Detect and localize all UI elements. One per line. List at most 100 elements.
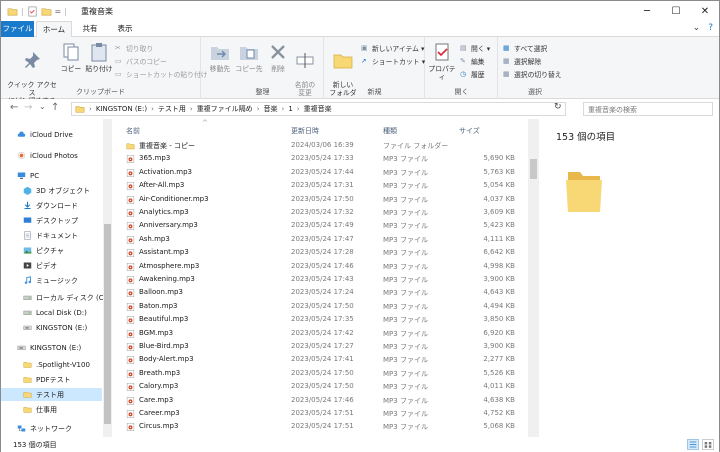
collapse-ribbon-icon[interactable]: ⌄ [693, 23, 701, 33]
nav-scrollbar[interactable] [103, 119, 112, 437]
properties-button[interactable]: プロパティ [426, 41, 458, 81]
nav-item-17[interactable]: 仕事用 [1, 403, 102, 416]
nav-item-8[interactable]: ビデオ [1, 259, 102, 272]
close-button[interactable]: ✕ [691, 1, 719, 21]
up-button[interactable]: ↑ [51, 102, 59, 113]
breadcrumb-0[interactable]: KINGSTON (E:) [96, 105, 147, 113]
file-row[interactable]: Anniversary.mp3 2023/05/24 17:49 MP3 ファイル 5… [113, 219, 527, 232]
file-row[interactable]: Breath.mp3 2023/05/24 17:50 MP3 ファイル 5,526 … [113, 367, 527, 380]
file-row[interactable]: Calory.mp3 2023/05/24 17:50 MP3 ファイル 4,011 … [113, 380, 527, 393]
breadcrumb-2[interactable]: 重複ファイル隔め [197, 104, 253, 114]
help-icon[interactable]: ? [708, 23, 713, 33]
nav-item-7[interactable]: ピクチャ [1, 244, 102, 257]
file-row[interactable]: Circus.mp3 2023/05/24 17:51 MP3 ファイル 5,068 … [113, 420, 527, 433]
file-row[interactable]: Activation.mp3 2023/05/24 17:44 MP3 ファイル 5,… [113, 166, 527, 179]
tab-share[interactable]: 共有 [73, 21, 107, 37]
new-item-button[interactable]: ▣ 新しいアイテム ▾ [361, 43, 424, 54]
file-name: Air-Conditioner.mp3 [139, 194, 209, 203]
file-row[interactable]: Care.mp3 2023/05/24 17:46 MP3 ファイル 4,638 KB [113, 394, 527, 407]
tab-home[interactable]: ホーム [36, 21, 72, 38]
forward-button[interactable]: → [24, 102, 32, 113]
title-bar: | = | 重複音楽 ─ ☐ ✕ [1, 1, 719, 21]
minimize-button[interactable]: ─ [633, 1, 661, 21]
delete-button[interactable]: 削除 [266, 41, 290, 73]
tab-file[interactable]: ファイル [1, 21, 34, 37]
address-bar[interactable]: › KINGSTON (E:) › テスト用 › 重複ファイル隔め › 音楽 ›… [71, 102, 566, 116]
nav-item-2[interactable]: PC [1, 169, 102, 182]
edit-button[interactable]: ✎ 編集 [460, 56, 485, 67]
file-row[interactable]: Atmosphere.mp3 2023/05/24 17:46 MP3 ファイル 4,… [113, 260, 527, 273]
file-size: 6,920 KB [483, 328, 515, 337]
nav-item-6[interactable]: ドキュメント [1, 229, 102, 242]
refresh-button[interactable]: ↻ [554, 102, 562, 112]
nav-item-12[interactable]: KINGSTON (E:) [1, 321, 102, 334]
file-row[interactable]: Balloon.mp3 2023/05/24 17:24 MP3 ファイル 4,643… [113, 286, 527, 299]
breadcrumb-5[interactable]: 重複音楽 [304, 104, 332, 114]
file-row[interactable]: Ash.mp3 2023/05/24 17:47 MP3 ファイル 4,111 KB [113, 233, 527, 246]
file-row[interactable]: Beautiful.mp3 2023/05/24 17:35 MP3 ファイル 3,8… [113, 313, 527, 326]
copy-to-button[interactable]: コピー先 [234, 41, 264, 73]
nav-item-14[interactable]: .Spotlight-V100 [1, 358, 102, 371]
column-header-type[interactable]: 種類 [383, 126, 397, 136]
nav-item-label: ローカル ディスク (C:) [36, 293, 109, 302]
nav-item-1[interactable]: iCloud Photos [1, 149, 102, 162]
column-header-size[interactable]: サイズ [459, 126, 480, 136]
history-button[interactable]: ◷ 履歴 [460, 69, 485, 80]
open-button[interactable]: ▤ 開く ▾ [460, 43, 490, 54]
file-row[interactable]: Body-Alert.mp3 2023/05/24 17:41 MP3 ファイル 2,… [113, 353, 527, 366]
paste-button[interactable]: 貼り付け [85, 41, 113, 73]
nav-item-13[interactable]: KINGSTON (E:) [1, 341, 102, 354]
search-input[interactable]: 重複音楽の検索 [583, 102, 713, 116]
properties-icon[interactable] [27, 6, 38, 17]
nav-item-11[interactable]: Local Disk (D:) [1, 306, 102, 319]
nav-item-16[interactable]: テスト用 [1, 388, 102, 401]
column-header-date[interactable]: 更新日時 [291, 126, 319, 136]
copy-path-button[interactable]: ▭ パスのコピー [115, 56, 167, 67]
customize-quick-access-icon[interactable]: = [55, 7, 62, 16]
maximize-button[interactable]: ☐ [662, 1, 690, 21]
file-row[interactable]: Baton.mp3 2023/05/24 17:50 MP3 ファイル 4,494 K… [113, 300, 527, 313]
file-row[interactable]: BGM.mp3 2023/05/24 17:42 MP3 ファイル 6,920 KB [113, 327, 527, 340]
nav-item-0[interactable]: iCloud Drive [1, 128, 102, 141]
file-row[interactable]: Air-Conditioner.mp3 2023/05/24 17:50 MP3 フ… [113, 193, 527, 206]
file-list-scrollbar-thumb[interactable] [530, 159, 537, 179]
paste-shortcut-button[interactable]: ▭ ショートカットの貼り付け [115, 69, 208, 80]
move-to-button[interactable]: 移動先 [206, 41, 234, 73]
nav-item-9[interactable]: ミュージック [1, 274, 102, 287]
file-row[interactable]: Blue-Bird.mp3 2023/05/24 17:27 MP3 ファイル 3,9… [113, 340, 527, 353]
breadcrumb-1[interactable]: テスト用 [158, 104, 186, 114]
select-all-button[interactable]: ▦ すべて選択 [503, 43, 547, 54]
select-none-button[interactable]: ▦ 選択解除 [503, 56, 541, 67]
breadcrumb-4[interactable]: 1 [288, 105, 292, 113]
nav-item-4[interactable]: ダウンロード [1, 199, 102, 212]
file-row[interactable]: After-All.mp3 2023/05/24 17:31 MP3 ファイル 5,0… [113, 179, 527, 192]
large-icons-view-button[interactable] [702, 439, 714, 450]
nav-item-10[interactable]: ローカル ディスク (C:) [1, 291, 109, 304]
file-row[interactable]: Assistant.mp3 2023/05/24 17:28 MP3 ファイル 6,6… [113, 246, 527, 259]
nav-item-3[interactable]: 3D オブジェクト [1, 184, 102, 197]
cut-button[interactable]: ✂ 切り取り [115, 43, 153, 54]
new-folder-icon[interactable] [41, 6, 52, 17]
file-row[interactable]: Career.mp3 2023/05/24 17:51 MP3 ファイル 4,752 … [113, 407, 527, 420]
back-button[interactable]: ← [10, 102, 18, 113]
details-view-button[interactable] [687, 439, 699, 450]
large-icons-view-icon [704, 442, 712, 448]
tab-view[interactable]: 表示 [108, 21, 142, 37]
file-row[interactable]: Analytics.mp3 2023/05/24 17:32 MP3 ファイル 3,6… [113, 206, 527, 219]
breadcrumb-3[interactable]: 音楽 [264, 104, 278, 114]
nav-item-18[interactable]: ネットワーク [1, 422, 102, 435]
nav-item-5[interactable]: デスクトップ [1, 214, 102, 227]
recent-locations-button[interactable]: ⌄ [39, 102, 46, 111]
file-row[interactable]: Awakening.mp3 2023/05/24 17:43 MP3 ファイル 3,9… [113, 273, 527, 286]
file-row[interactable]: 重複音楽 - コピー 2024/03/06 16:39 ファイル フォルダー [113, 139, 527, 152]
file-list-scrollbar[interactable] [528, 119, 539, 437]
file-row[interactable]: 365.mp3 2023/05/24 17:33 MP3 ファイル 5,690 KB [113, 152, 527, 165]
shortcut-button[interactable]: ↗ ショートカット ▾ [361, 56, 425, 67]
nav-item-label: 3D オブジェクト [36, 186, 91, 195]
nav-scrollbar-thumb[interactable] [104, 224, 111, 424]
invert-selection-button[interactable]: ▦ 選択の切り替え [503, 69, 562, 80]
nav-item-15[interactable]: PDFテスト [1, 373, 102, 386]
copy-button[interactable]: コピー [59, 41, 83, 73]
column-header-name[interactable]: 名前 [126, 126, 140, 136]
mp3-file-icon [126, 302, 135, 311]
